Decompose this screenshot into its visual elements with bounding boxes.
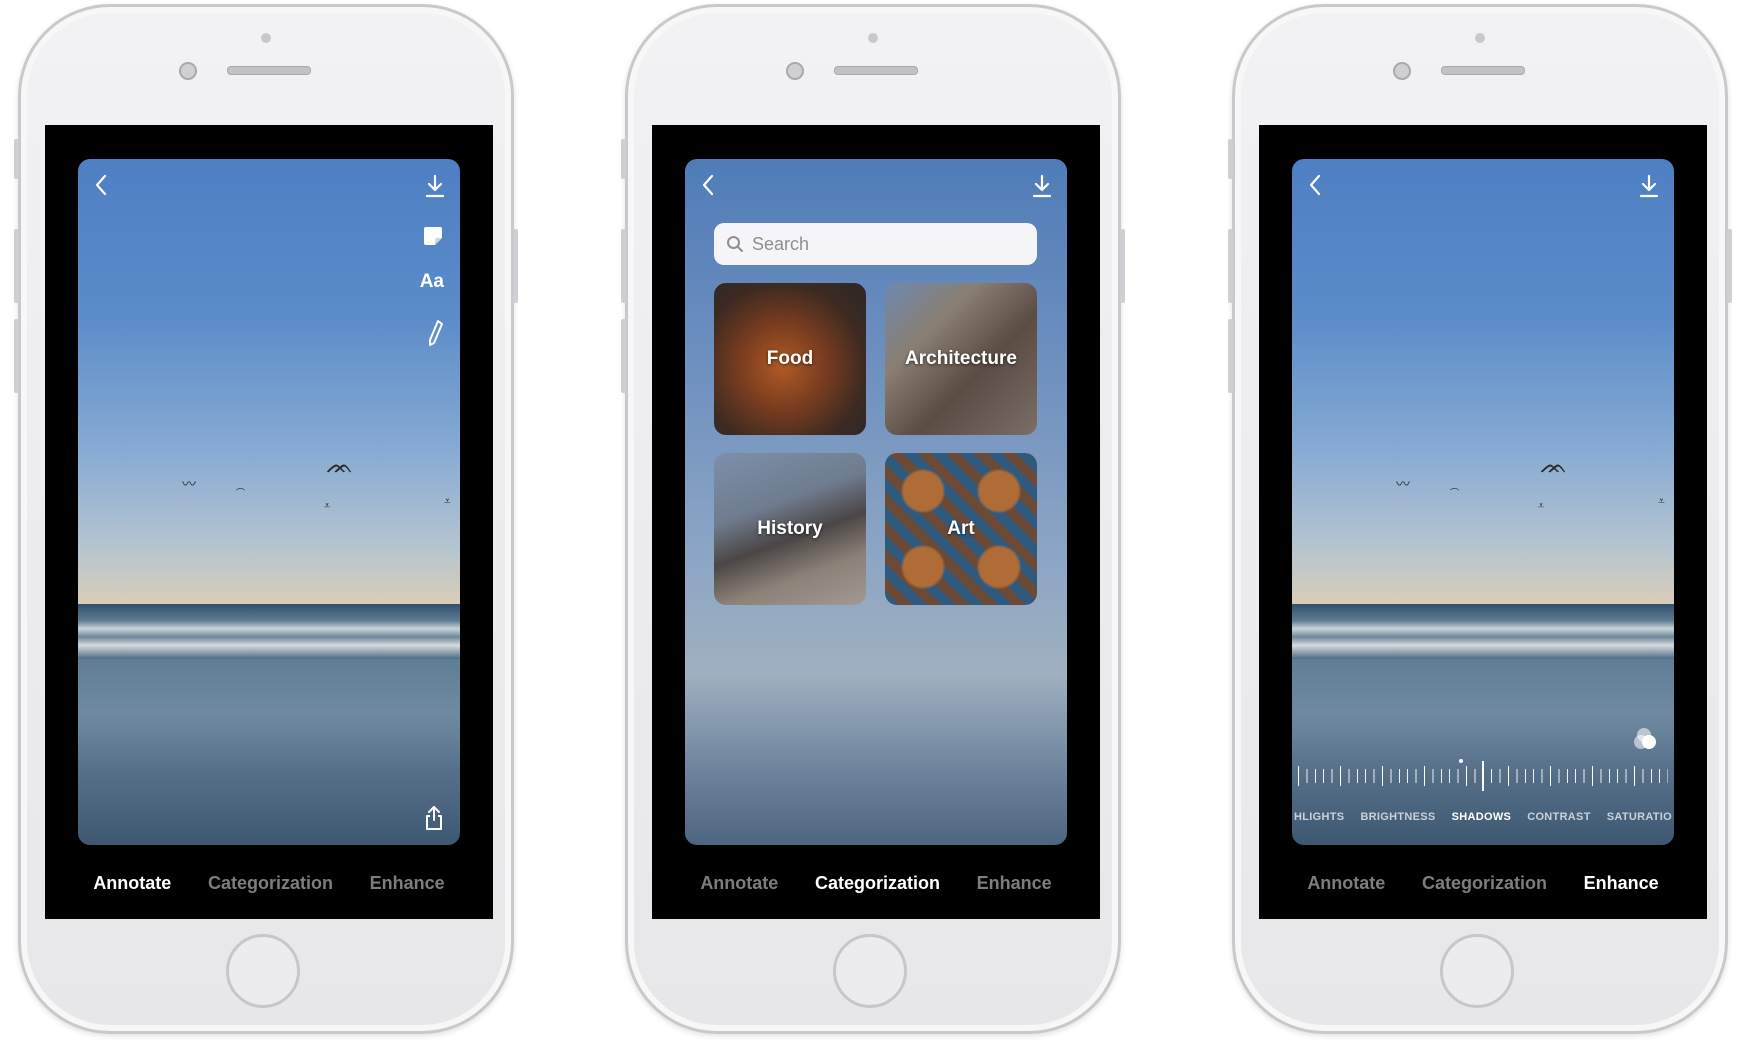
- blurred-photo-card: Search Food Architecture History Art: [685, 159, 1067, 845]
- volume-up-button: [1228, 229, 1233, 303]
- bird: ⩡: [1658, 494, 1665, 508]
- earpiece-speaker: [1441, 66, 1525, 75]
- category-tile-history[interactable]: History: [714, 453, 866, 605]
- category-tile-art[interactable]: Art: [885, 453, 1037, 605]
- mute-switch: [621, 139, 626, 179]
- home-button[interactable]: [226, 934, 300, 1008]
- text-tool-label[interactable]: Aa: [420, 271, 444, 293]
- adjustment-brightness[interactable]: BRIGHTNESS: [1360, 811, 1435, 827]
- mode-tabs: Annotate Categorization Enhance: [45, 865, 493, 901]
- search-input[interactable]: Search: [714, 223, 1037, 265]
- photo-card: 〰 ⌒ ᨏ ⩡ ⩡ HLIGHTS BRIGHTNESS SHADOWS CON…: [1292, 159, 1674, 845]
- tab-categorization[interactable]: Categorization: [208, 873, 333, 894]
- screen: 〰 ⌒ ᨏ ⩡ ⩡ Aa Annotate Categorization Enh…: [45, 125, 493, 919]
- tab-categorization[interactable]: Categorization: [815, 873, 940, 894]
- earpiece-speaker: [834, 66, 918, 75]
- bird: ᨏ: [1540, 453, 1568, 478]
- phone-enhance: 〰 ⌒ ᨏ ⩡ ⩡ HLIGHTS BRIGHTNESS SHADOWS CON…: [1228, 4, 1732, 1034]
- bird: ⩡: [444, 494, 451, 508]
- adjustment-saturation[interactable]: SATURATIO: [1607, 811, 1672, 827]
- note-icon[interactable]: [422, 225, 444, 247]
- volume-up-button: [14, 229, 19, 303]
- home-button[interactable]: [833, 934, 907, 1008]
- bird: 〰: [1396, 476, 1410, 492]
- tab-annotate[interactable]: Annotate: [93, 873, 171, 894]
- screen: 〰 ⌒ ᨏ ⩡ ⩡ HLIGHTS BRIGHTNESS SHADOWS CON…: [1259, 125, 1707, 919]
- phone-annotate: 〰 ⌒ ᨏ ⩡ ⩡ Aa Annotate Categorization Enh…: [14, 4, 518, 1034]
- volume-up-button: [621, 229, 626, 303]
- category-tile-architecture[interactable]: Architecture: [885, 283, 1037, 435]
- photo-sea: [78, 604, 460, 659]
- power-button: [513, 229, 518, 303]
- category-label: Architecture: [905, 348, 1017, 369]
- download-icon[interactable]: [1638, 173, 1660, 199]
- chevron-left-icon[interactable]: [699, 173, 719, 197]
- home-button[interactable]: [1440, 934, 1514, 1008]
- photo-sky: [78, 159, 460, 604]
- filter-icon[interactable]: [1632, 725, 1660, 753]
- mode-tabs: Annotate Categorization Enhance: [652, 865, 1100, 901]
- tab-annotate[interactable]: Annotate: [1307, 873, 1385, 894]
- mode-tabs: Annotate Categorization Enhance: [1259, 865, 1707, 901]
- bird: ⌒: [1450, 488, 1460, 498]
- download-icon[interactable]: [424, 173, 446, 199]
- search-icon: [727, 236, 743, 252]
- proximity-sensor: [868, 33, 878, 43]
- mute-switch: [1228, 139, 1233, 179]
- screen: Search Food Architecture History Art Ann…: [652, 125, 1100, 919]
- chevron-left-icon[interactable]: [1306, 173, 1326, 197]
- power-button: [1120, 229, 1125, 303]
- bird: ⌒: [236, 488, 246, 498]
- front-camera: [786, 62, 804, 80]
- tab-categorization[interactable]: Categorization: [1422, 873, 1547, 894]
- chevron-left-icon[interactable]: [92, 173, 112, 197]
- proximity-sensor: [1475, 33, 1485, 43]
- slider-zero-marker: [1459, 759, 1463, 763]
- volume-down-button: [1228, 319, 1233, 393]
- bird: ᨏ: [326, 453, 354, 478]
- front-camera: [1393, 62, 1411, 80]
- tab-enhance[interactable]: Enhance: [977, 873, 1052, 894]
- category-label: History: [757, 518, 823, 539]
- adjustment-options: HLIGHTS BRIGHTNESS SHADOWS CONTRAST SATU…: [1292, 811, 1674, 827]
- photo-sky: [1292, 159, 1674, 604]
- photo-shore: [78, 659, 460, 845]
- adjustment-shadows[interactable]: SHADOWS: [1452, 811, 1512, 827]
- proximity-sensor: [261, 33, 271, 43]
- volume-down-button: [14, 319, 19, 393]
- phone-categorization: Search Food Architecture History Art Ann…: [621, 4, 1125, 1034]
- tab-enhance[interactable]: Enhance: [370, 873, 445, 894]
- photo-sea: [1292, 604, 1674, 659]
- category-label: Food: [766, 348, 814, 369]
- adjustment-highlights[interactable]: HLIGHTS: [1294, 811, 1344, 827]
- adjustment-contrast[interactable]: CONTRAST: [1527, 811, 1591, 827]
- earpiece-speaker: [227, 66, 311, 75]
- mute-switch: [14, 139, 19, 179]
- front-camera: [179, 62, 197, 80]
- share-icon[interactable]: [424, 805, 444, 831]
- bird: ⩡: [1538, 500, 1545, 512]
- bird: 〰: [182, 476, 196, 492]
- tab-annotate[interactable]: Annotate: [700, 873, 778, 894]
- volume-down-button: [621, 319, 626, 393]
- tab-enhance[interactable]: Enhance: [1584, 873, 1659, 894]
- slider-indicator[interactable]: [1482, 761, 1484, 791]
- category-label: Art: [947, 518, 975, 539]
- power-button: [1727, 229, 1732, 303]
- search-placeholder: Search: [752, 233, 810, 254]
- bird: ⩡: [324, 500, 331, 512]
- download-icon[interactable]: [1031, 173, 1053, 199]
- photo-card: 〰 ⌒ ᨏ ⩡ ⩡ Aa: [78, 159, 460, 845]
- category-tile-food[interactable]: Food: [714, 283, 866, 435]
- pen-icon[interactable]: [426, 319, 444, 347]
